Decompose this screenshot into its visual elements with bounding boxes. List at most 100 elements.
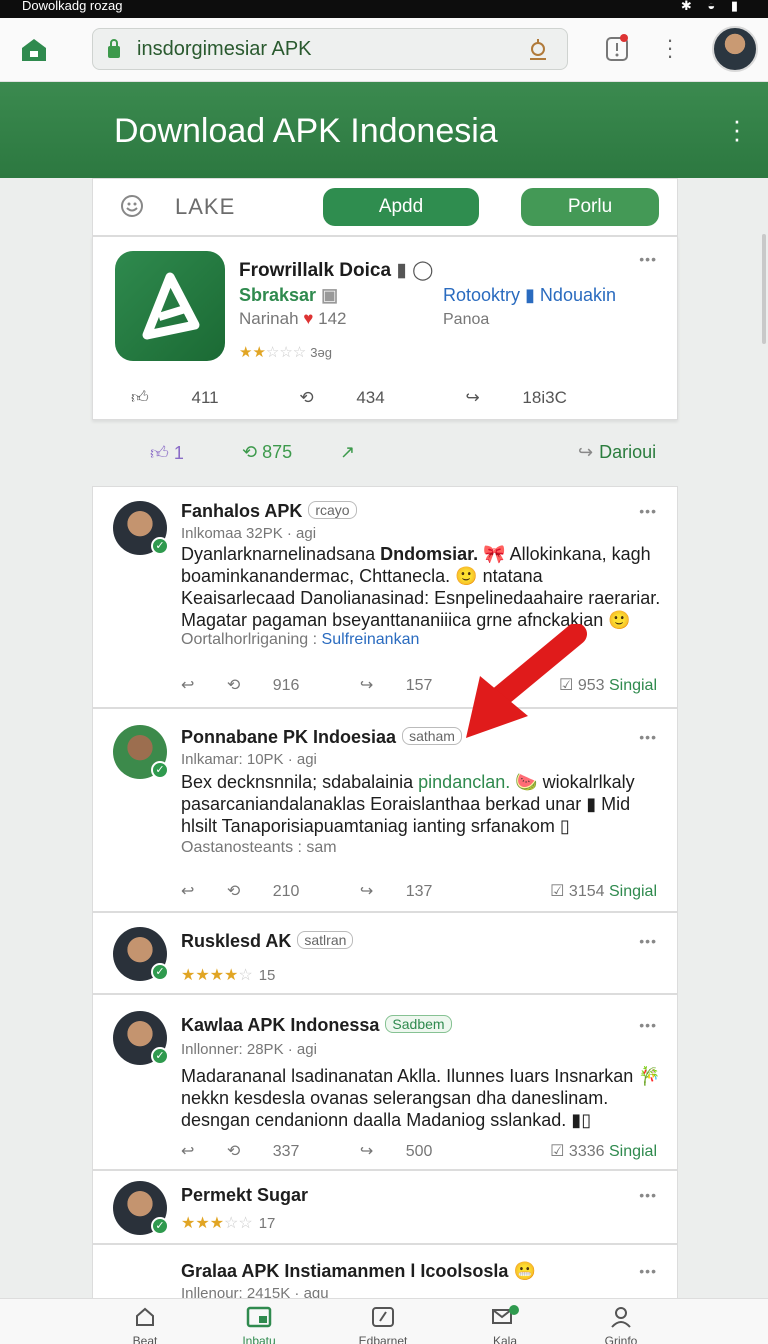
post-actions: ↩ ⟲ 210 ↪ 137 [181,881,488,901]
post-menu-icon[interactable]: ••• [639,503,657,519]
smiley-icon[interactable] [119,193,145,219]
star-icon: ★★★ [181,1215,225,1232]
post-avatar[interactable]: ✓ [113,1011,169,1065]
app-rating: ★★☆☆☆ 3əg [239,344,332,361]
profile-icon [576,1305,666,1331]
thumbs-up-icon: 👍︎ [150,443,169,463]
like-button[interactable]: 👍︎ 411 [131,387,257,408]
post-avatar[interactable]: ✓ [113,927,169,981]
post-author[interactable]: Permekt Sugar [181,1185,308,1206]
featured-app-card[interactable]: Frowrillalk Doica ▮ ◯ Sbraksar ▣ Narinah… [92,236,678,420]
nav-item-messages[interactable]: Kala [460,1305,550,1344]
featured-actions: 👍︎ 411 ⟲ 434 ↪ 18i3C [131,387,643,408]
post-author[interactable]: Gralaa APK Instiamanmen l Icoolsosla 😬 [181,1261,536,1282]
porlu-button[interactable]: Porlu [521,188,659,226]
star-icon: ★★ [239,344,266,361]
nav-item-profile[interactable]: Grinfo [576,1305,666,1344]
post-footer: Oastanosteants : sam [181,839,337,856]
nav-item-inbox[interactable]: Inbatu [214,1305,304,1344]
share-icon: ↪ [359,1143,374,1160]
post-tag: Sadbem [385,1015,452,1033]
reply-icon[interactable]: ↩ [181,881,194,901]
notification-icon [606,34,628,61]
review-card[interactable]: ✓ Rusklesd AK satlran ••• ★★★★☆ 15 [92,912,678,994]
share-icon: ↪ [578,442,594,462]
post-menu-icon[interactable]: ••• [639,1017,657,1033]
header-menu-icon[interactable]: · · · [732,107,742,151]
star-empty-icon: ☆☆ [224,1215,253,1232]
nav-label: Edbarnet [358,1335,408,1344]
post-menu-icon[interactable]: ••• [639,1187,657,1203]
trend-icon[interactable]: ↗ [340,442,355,463]
reply-icon[interactable]: ↩ [181,675,194,695]
nav-label: Kala [492,1335,518,1344]
home-icon [22,39,46,61]
repost-count[interactable]: ⟲ 875 [242,442,292,463]
home-icon [100,1305,190,1331]
address-bar[interactable]: insdorgimesiar APK [92,28,568,70]
repost-button[interactable]: ⟲ 337 [227,1141,328,1161]
nav-item-edit[interactable]: Edbarnet [338,1305,428,1344]
reply-icon[interactable]: ↩ [181,1141,194,1161]
post-menu-icon[interactable]: ••• [639,933,657,949]
post-author[interactable]: Kawlaa APK Indonessa Sadbem [181,1015,452,1036]
post-signals[interactable]: ☑ 3336 Singial [550,1141,657,1161]
share-button[interactable]: ↪ 18i3C [465,388,604,408]
app-likes: Narinah ♥ 142 [239,309,347,328]
repost-icon: ⟲ [226,677,241,694]
post-author[interactable]: Fanhalos APK rcayo [181,501,357,522]
home-button[interactable] [18,34,50,66]
review-card[interactable]: ✓ Permekt Sugar ••• ★★★☆☆ 17 [92,1170,678,1244]
app-logo[interactable] [115,251,225,361]
post-rating: ★★★★☆ 15 [181,967,276,984]
verified-icon: ✓ [151,1217,169,1235]
repost-icon: ⟲ [226,883,241,900]
user-avatar[interactable] [712,26,758,72]
repost-icon: ⟲ [299,388,314,407]
inbox-icon [214,1305,304,1331]
post-avatar[interactable]: ✓ [113,501,169,555]
extension-icon[interactable] [525,37,551,63]
post-avatar[interactable]: ✓ [113,725,169,779]
post-avatar[interactable]: ✓ [113,1181,169,1235]
share-icon: ↪ [359,883,374,900]
post-tag: satlran [297,931,354,949]
star-icon: ★★★★ [181,967,239,984]
share-button[interactable]: ↪ 137 [360,881,461,901]
notification-button[interactable] [602,32,632,66]
share-icon: ↪ [465,388,480,407]
repost-button[interactable]: ⟲ 916 [227,675,328,695]
share-button[interactable]: ↪ 500 [360,1141,461,1161]
like-count[interactable]: 👍︎ 1 [150,442,184,464]
apdd-button[interactable]: Apdd [323,188,479,226]
chart-icon: ☑ [550,1143,565,1160]
post-signals[interactable]: ☑ 3154 Singial [550,881,657,901]
app-logo-icon [142,272,200,340]
post-card[interactable]: ✓ Kawlaa APK Indonessa Sadbem ••• Inllonn… [92,994,678,1170]
post-footer-link[interactable]: Sulfreinankan [322,631,420,648]
star-empty-icon: ☆☆☆ [265,344,307,361]
heart-icon: ♥ [303,309,314,328]
developer-link[interactable]: Rotooktry ▮ Ndouakin [443,285,616,306]
post-author[interactable]: Ponnabane PK Indoesiaa satham [181,727,462,748]
post-menu-icon[interactable]: ••• [639,729,657,745]
post-menu-icon[interactable]: ••• [639,1263,657,1279]
page-scrollbar[interactable] [762,234,766,344]
app-name[interactable]: Frowrillalk Doica ▮ ◯ [239,259,433,282]
post-author[interactable]: Rusklesd AK satlran [181,931,354,952]
browser-menu-button[interactable]: · · · [660,29,680,67]
nav-item-home[interactable]: Beat [100,1305,190,1344]
repost-button[interactable]: ⟲ 210 [227,881,328,901]
post-meta: Inlkomaa 32PK · agi [181,525,317,542]
post-card[interactable]: Gralaa APK Instiamanmen l Icoolsosla 😬 •… [92,1244,678,1304]
card-menu-icon[interactable]: ••• [639,251,657,267]
post-body: Madarananal lsadinanatan Aklla. Ilunnes … [181,1066,661,1130]
lock-icon [108,39,120,58]
post-meta: Inllonner: 28PK · agi [181,1041,317,1058]
verified-icon: ✓ [151,761,169,779]
star-empty-icon: ☆ [238,967,253,984]
repost-button[interactable]: ⟲ 434 [299,388,422,408]
download-button[interactable]: ↪ Darioui [578,442,656,463]
app-subtitle: Sbraksar ▣ [239,285,339,305]
app-header: Download APK Indonesia · · · [0,82,768,178]
